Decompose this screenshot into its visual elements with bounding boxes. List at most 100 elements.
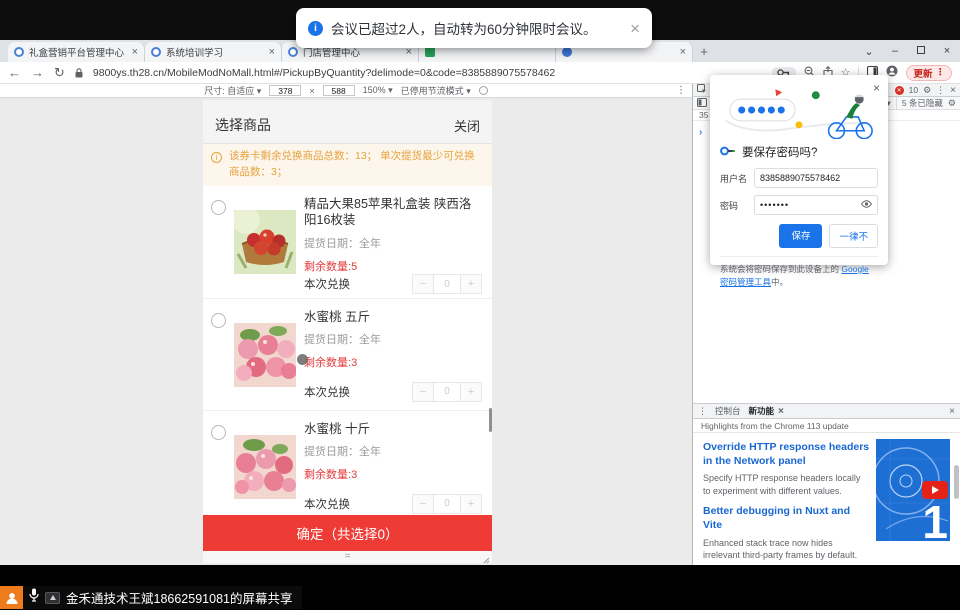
microphone-icon[interactable] xyxy=(29,588,39,607)
exchange-label: 本次兑换 xyxy=(304,384,350,400)
forward-icon[interactable]: → xyxy=(31,65,44,80)
new-tab-button[interactable]: + xyxy=(693,44,715,59)
device-zoom-dropdown[interactable]: 150% ▾ xyxy=(363,85,393,96)
tab-training[interactable]: 系统培训学习 × xyxy=(145,42,282,62)
tab-gift-platform[interactable]: 礼盒营销平台管理中心 × xyxy=(8,42,145,62)
tab-close-icon[interactable]: × xyxy=(269,46,275,58)
remaining-qty: 剩余数量:3 xyxy=(304,354,482,370)
resize-corner-icon[interactable] xyxy=(482,552,490,563)
profile-avatar-icon[interactable] xyxy=(886,64,898,82)
console-settings-gear-icon[interactable]: ⚙ xyxy=(948,98,956,109)
tab-close-icon[interactable]: × xyxy=(778,406,784,417)
viewport-height-input[interactable] xyxy=(323,85,355,96)
drawer-kebab-icon[interactable]: ⋮ xyxy=(698,406,707,417)
product-radio[interactable] xyxy=(211,200,226,215)
back-icon[interactable]: ← xyxy=(8,65,21,80)
screen-share-icon xyxy=(45,592,60,604)
whats-new-item-body: Enhanced stack trace now hides irrelevan… xyxy=(703,537,870,562)
console-prompt-icon: › xyxy=(699,127,702,138)
product-name: 水蜜桃 十斤 xyxy=(304,421,482,438)
dialog-footer-note: 系统会将密码保存到此设备上的 Google 密码管理工具中。 xyxy=(720,256,878,289)
qty-value[interactable]: 0 xyxy=(434,382,460,402)
tab-console[interactable]: 控制台 xyxy=(715,405,741,417)
window-close-button[interactable]: × xyxy=(934,45,960,57)
viewport-footer: = xyxy=(203,551,492,563)
tab-close-icon[interactable]: × xyxy=(132,46,138,58)
qty-plus-button[interactable]: + xyxy=(460,274,482,294)
drawer-close-icon[interactable]: × xyxy=(949,406,955,417)
qty-minus-button[interactable]: − xyxy=(412,274,434,294)
toast-message: 会议已超过2人，自动转为60分钟限时会议。 xyxy=(331,18,597,38)
product-radio[interactable] xyxy=(211,313,226,328)
devtools-close-icon[interactable]: × xyxy=(950,85,956,96)
error-count[interactable]: 10 xyxy=(909,85,918,95)
whats-new-item-title[interactable]: Better debugging in Nuxt and Vite xyxy=(703,505,870,532)
tab-favicon xyxy=(425,47,435,57)
devtools-settings-gear-icon[interactable]: ⚙ xyxy=(923,85,931,96)
qty-value[interactable]: 0 xyxy=(434,494,460,514)
app-header: 选择商品 关闭 xyxy=(203,100,492,144)
device-toolbar-kebab-icon[interactable]: ⋮ xyxy=(676,85,686,96)
device-size-dropdown[interactable]: 尺寸: 自适应 ▾ xyxy=(204,84,261,97)
toast-close-icon[interactable]: × xyxy=(630,20,640,37)
close-modal-button[interactable]: 关闭 xyxy=(454,116,480,135)
mobile-app-select-product: 选择商品 关闭 i 该券卡剩余兑换商品总数：13； 单次提货最少可兑换商品数：3… xyxy=(203,100,492,563)
update-chrome-button[interactable]: 更新 ⋮ xyxy=(906,65,952,81)
chrome-113-video-thumbnail[interactable]: 1 xyxy=(876,439,950,541)
show-password-eye-icon[interactable] xyxy=(861,200,872,210)
confirm-button[interactable]: 确定（共选择0） xyxy=(203,515,492,551)
meeting-toast: i 会议已超过2人，自动转为60分钟限时会议。 × xyxy=(296,8,652,48)
browser-menu-kebab-icon: ⋮ xyxy=(936,67,946,78)
save-button[interactable]: 保存 xyxy=(779,224,822,248)
drawer-scrollbar-thumb[interactable] xyxy=(954,465,959,499)
list-scrollbar-thumb[interactable] xyxy=(489,408,492,432)
tab-close-icon[interactable]: × xyxy=(680,46,686,58)
reload-icon[interactable]: ↻ xyxy=(54,65,65,81)
pickup-date: 提货日期：全年 xyxy=(304,331,482,347)
tab-whats-new[interactable]: 新功能 × xyxy=(749,405,784,417)
url-field[interactable]: 9800ys.th28.cn/MobileModNoMall.html#/Pic… xyxy=(93,67,762,79)
qty-minus-button[interactable]: − xyxy=(412,494,434,514)
error-count-icon[interactable]: ✕ xyxy=(895,86,904,95)
tab-label: 礼盒营销平台管理中心 xyxy=(29,45,127,59)
qty-minus-button[interactable]: − xyxy=(412,382,434,402)
lock-icon[interactable] xyxy=(75,68,83,78)
throttling-dropdown[interactable]: 已停用节流模式 ▾ xyxy=(401,84,471,97)
inspect-element-icon[interactable] xyxy=(697,81,707,99)
bottom-black-band: 金禾通技术王斌18662591081的屏幕共享 xyxy=(0,565,960,610)
product-row-apple-giftbox: 精品大果85苹果礼盒装 陕西洛阳16枚装 提货日期：全年 剩余数量:5 本次兑换… xyxy=(203,186,492,298)
tab-search-icon[interactable]: ⌄ xyxy=(856,45,882,58)
tab-favicon xyxy=(151,47,161,57)
rotate-viewport-icon[interactable] xyxy=(479,86,488,95)
remaining-qty: 剩余数量:5 xyxy=(304,258,482,274)
pickup-date: 提货日期：全年 xyxy=(304,235,482,251)
qty-plus-button[interactable]: + xyxy=(460,494,482,514)
whats-new-item-title[interactable]: Override HTTP response headers in the Ne… xyxy=(703,441,870,468)
product-name: 精品大果85苹果礼盒装 陕西洛阳16枚装 xyxy=(304,196,482,230)
whats-new-drawer: ⋮ 控制台 新功能 × × Highlights from the Chrome… xyxy=(693,403,960,565)
minimize-button[interactable]: – xyxy=(882,45,908,57)
product-radio[interactable] xyxy=(211,425,226,440)
drag-handle-icon[interactable]: = xyxy=(345,551,351,562)
password-field[interactable]: ••••••• xyxy=(754,195,878,215)
qty-value[interactable]: 0 xyxy=(434,274,460,294)
hidden-messages-label[interactable]: 5 条已隐藏 xyxy=(902,97,943,109)
qty-plus-button[interactable]: + xyxy=(460,382,482,402)
dialog-close-icon[interactable]: × xyxy=(873,81,880,95)
product-image-peaches xyxy=(234,421,296,513)
drawer-tab-bar: ⋮ 控制台 新功能 × × xyxy=(693,404,960,419)
password-illustration xyxy=(720,83,878,139)
quota-notice: i 该券卡剩余兑换商品总数：13； 单次提货最少可兑换商品数：3； xyxy=(203,144,492,186)
device-toolbar: 尺寸: 自适应 ▾ × 150% ▾ 已停用节流模式 ▾ ⋮ xyxy=(0,84,692,98)
save-password-dialog: × 要保存密码吗? xyxy=(710,75,888,265)
username-field[interactable]: 8385889075578462 xyxy=(754,168,878,188)
tab-favicon xyxy=(14,47,24,57)
viewport-width-input[interactable] xyxy=(269,85,301,96)
never-button[interactable]: 一律不 xyxy=(829,224,878,248)
version-number: 1 xyxy=(922,495,948,541)
exchange-label: 本次兑换 xyxy=(304,496,350,512)
console-sidebar-icon[interactable] xyxy=(697,98,707,109)
maximize-button[interactable] xyxy=(908,45,934,57)
presenter-avatar-icon xyxy=(0,586,23,609)
devtools-kebab-icon[interactable]: ⋮ xyxy=(936,85,945,96)
